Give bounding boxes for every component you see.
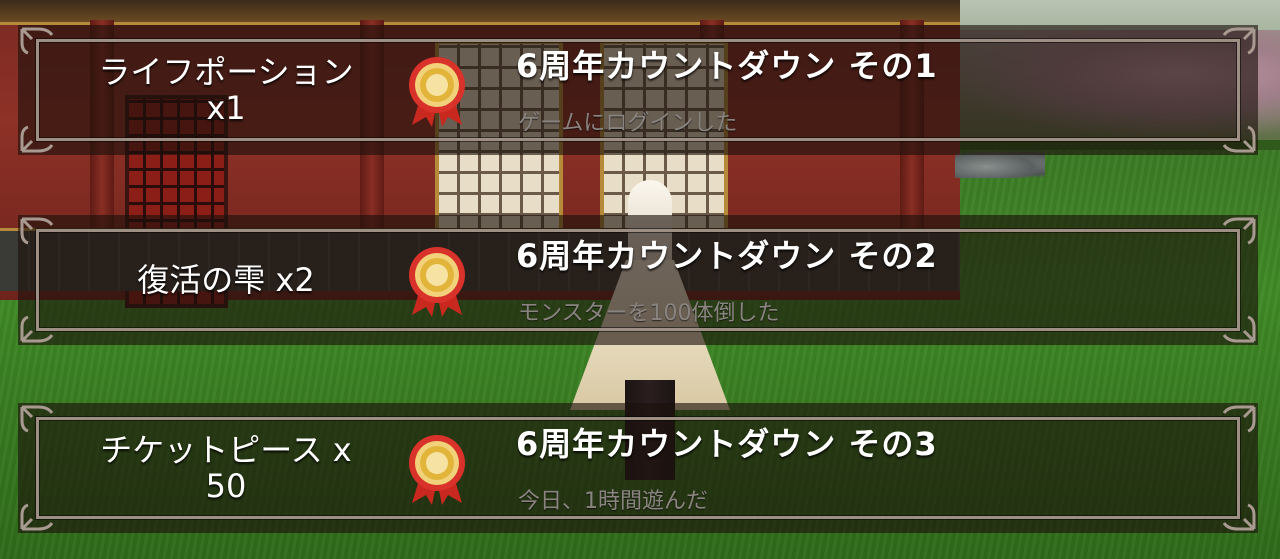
ornament-corner-icon	[18, 503, 58, 533]
ornament-corner-icon	[1218, 25, 1258, 55]
reward-label: 復活の雫 x2	[66, 235, 386, 325]
ornament-corner-icon	[18, 315, 58, 345]
ornament-corner-icon	[18, 25, 58, 55]
quest-description: 今日、1時間遊んだ	[518, 489, 708, 514]
quest-title: 6周年カウントダウン その2	[516, 237, 938, 275]
reward-label: ライフポーション x1	[66, 45, 386, 135]
ornament-corner-icon	[1218, 125, 1258, 155]
reward-name: 復活の雫 x2	[137, 261, 315, 299]
reward-quantity: x1	[206, 89, 246, 127]
reward-name: ライフポーション	[98, 53, 354, 91]
ornament-corner-icon	[18, 403, 58, 433]
quest-panel-1[interactable]: ライフポーション x1 6周年カウントダウン その1 ゲームにログインした	[18, 25, 1258, 155]
quest-description: モンスターを100体倒した	[518, 301, 780, 326]
medal-icon	[406, 55, 468, 127]
quest-panel-3[interactable]: チケットピース x 50 6周年カウントダウン その3 今日、1時間遊んだ	[18, 403, 1258, 533]
quest-description: ゲームにログインした	[518, 111, 738, 136]
ornament-corner-icon	[1218, 403, 1258, 433]
quest-title: 6周年カウントダウン その1	[516, 47, 938, 85]
building-roof	[0, 0, 960, 25]
quest-title: 6周年カウントダウン その3	[516, 425, 938, 463]
ornament-corner-icon	[1218, 503, 1258, 533]
medal-icon	[406, 433, 468, 505]
ornament-corner-icon	[1218, 315, 1258, 345]
ornament-corner-icon	[1218, 215, 1258, 245]
reward-quantity: 50	[205, 467, 247, 505]
ornament-corner-icon	[18, 215, 58, 245]
medal-icon	[406, 245, 468, 317]
ornament-corner-icon	[18, 125, 58, 155]
reward-label: チケットピース x 50	[66, 423, 386, 513]
quest-panel-2[interactable]: 復活の雫 x2 6周年カウントダウン その2 モンスターを100体倒した	[18, 215, 1258, 345]
reward-name: チケットピース x	[100, 431, 352, 469]
